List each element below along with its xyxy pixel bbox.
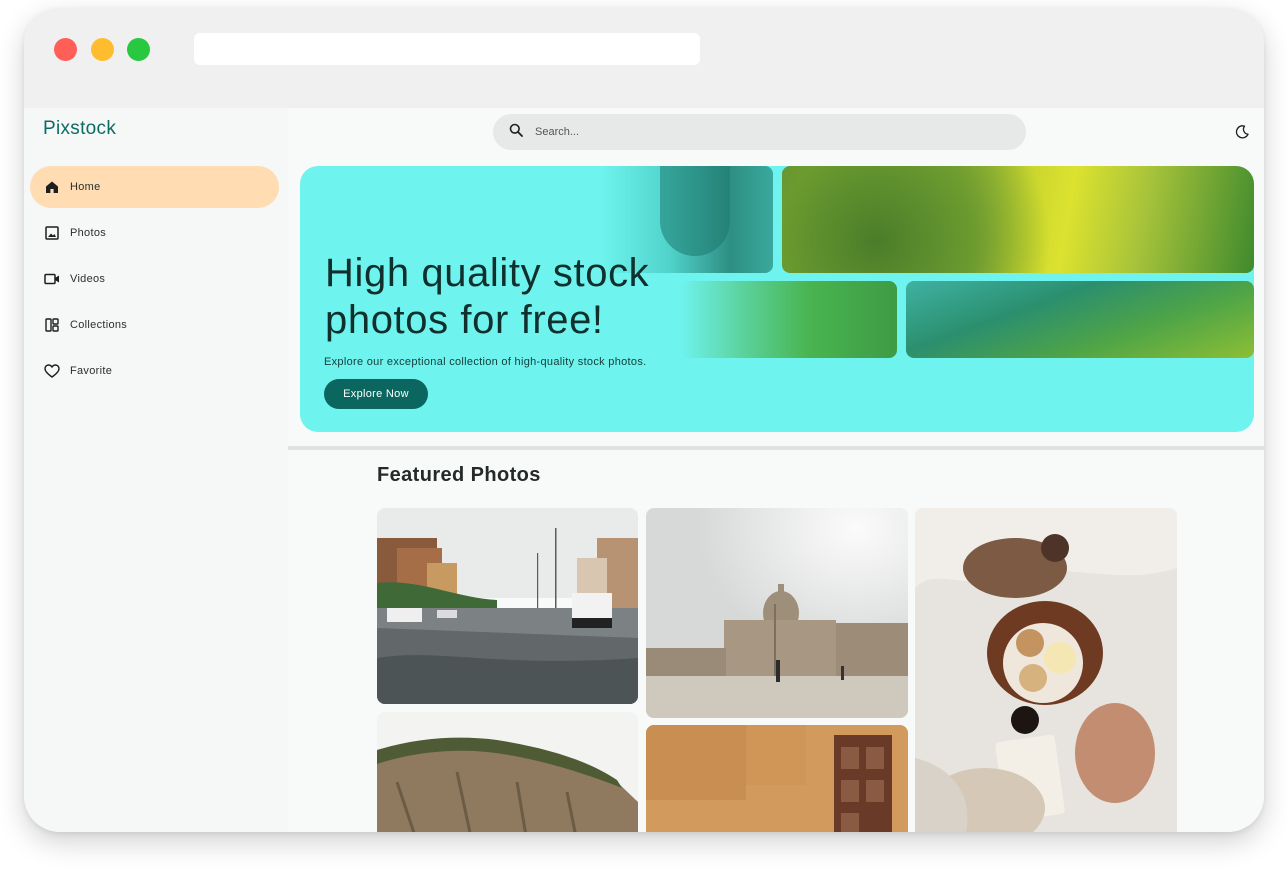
moon-icon[interactable] (1234, 124, 1250, 140)
address-bar[interactable] (194, 33, 700, 65)
collections-icon (44, 317, 60, 333)
hero-title: High quality stock photos for free! (325, 251, 650, 342)
sidebar-item-label: Home (70, 181, 101, 193)
browser-window: Pixstock Home Photos Videos Collections (24, 8, 1264, 832)
video-icon (44, 271, 60, 287)
sidebar-item-videos[interactable]: Videos (30, 258, 279, 300)
explore-now-button[interactable]: Explore Now (324, 379, 428, 409)
search-input[interactable] (535, 126, 975, 138)
featured-photo-door[interactable] (646, 725, 908, 832)
hero-image-leaf-closeup (906, 281, 1254, 358)
sidebar-item-label: Photos (70, 227, 107, 239)
sidebar-item-label: Favorite (70, 365, 113, 377)
heart-icon (44, 363, 60, 379)
minimize-window-button[interactable] (91, 38, 114, 61)
section-divider (288, 446, 1264, 450)
home-icon (44, 179, 60, 195)
hero-subtitle: Explore our exceptional collection of hi… (324, 356, 647, 368)
sidebar-item-label: Videos (70, 273, 106, 285)
featured-photos-title: Featured Photos (377, 464, 541, 486)
sidebar-item-photos[interactable]: Photos (30, 212, 279, 254)
hero-image-sunflower (782, 166, 1254, 273)
search-bar[interactable] (493, 114, 1026, 150)
featured-photo-breakfast-in-bed[interactable] (915, 508, 1177, 832)
maximize-window-button[interactable] (127, 38, 150, 61)
sidebar-item-label: Collections (70, 319, 128, 331)
sidebar-item-collections[interactable]: Collections (30, 304, 279, 346)
sidebar-item-home[interactable]: Home (30, 166, 279, 208)
app-logo[interactable]: Pixstock (43, 118, 116, 140)
sidebar: Pixstock Home Photos Videos Collections (24, 108, 288, 832)
sidebar-item-favorite[interactable]: Favorite (30, 350, 279, 392)
main-content: High quality stock photos for free! Expl… (288, 108, 1264, 832)
image-icon (44, 225, 60, 241)
search-icon (509, 123, 523, 142)
featured-photo-vatican[interactable] (646, 508, 908, 718)
featured-photo-cliff[interactable] (377, 712, 638, 832)
hero-banner: High quality stock photos for free! Expl… (300, 166, 1254, 432)
featured-photo-canal[interactable] (377, 508, 638, 704)
close-window-button[interactable] (54, 38, 77, 61)
browser-titlebar (24, 8, 1264, 108)
